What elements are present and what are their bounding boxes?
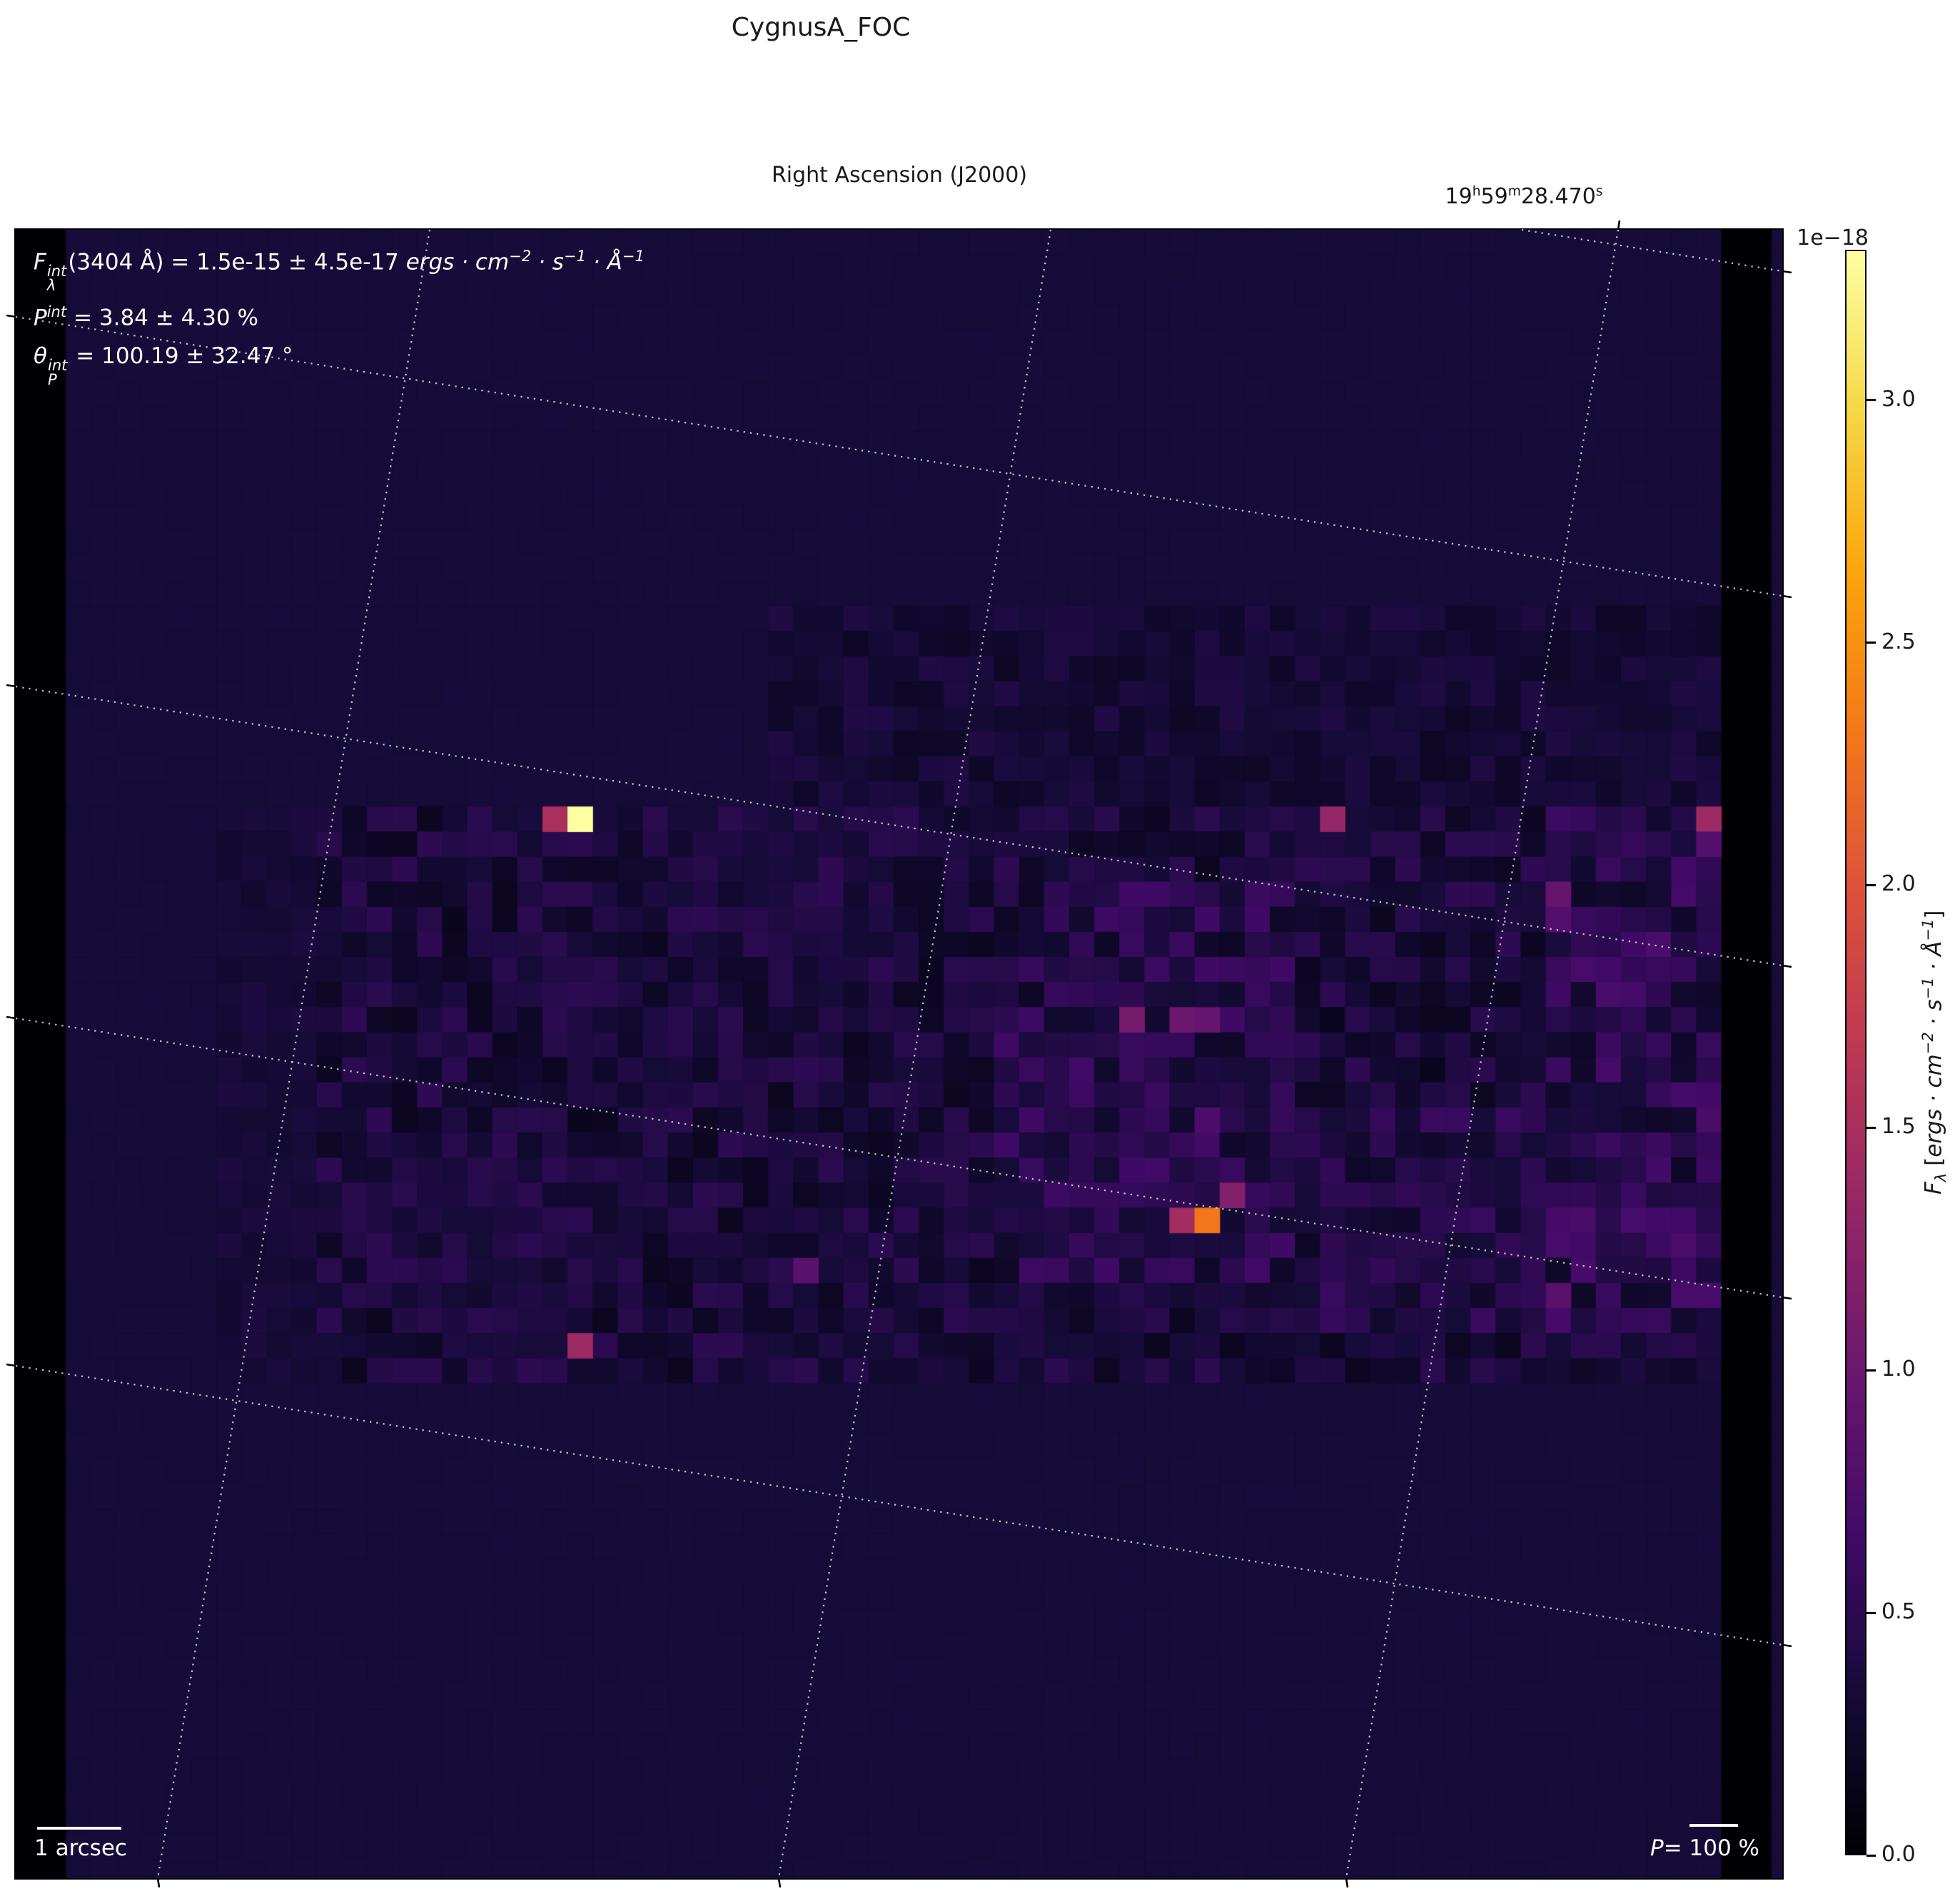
colorbar-axis-label-text: Fλ [ergs · cm−2 · s−1 · Å−1] <box>1919 731 1950 1374</box>
figure: CygnusA_FOC Right Ascension (J2000) 19h5… <box>0 0 1960 1891</box>
colorbar-tick-mark <box>1866 884 1876 886</box>
annotation-line-flux: Fintλ(3404 Å) = 1.5e-15 ± 4.5e-17 ergs ·… <box>34 237 645 293</box>
colorbar-tick-mark <box>1866 1369 1876 1372</box>
colorbar-tick-mark <box>1866 1127 1876 1129</box>
colorbar-offset-label: 1e−18 <box>1756 225 1869 250</box>
polarization-scalebar-label: P= 100 % <box>1602 1835 1759 1861</box>
flux-annotation: Fintλ(3404 Å) = 1.5e-15 ± 4.5e-17 ergs ·… <box>34 237 645 387</box>
arcsec-scalebar-label: 1 arcsec <box>34 1835 127 1861</box>
annotation-line-polarization: Pint = 3.84 ± 4.30 % <box>34 293 645 337</box>
colorbar-tick-label: 1.0 <box>1881 1357 1916 1382</box>
colorbar-tick-mark <box>1866 399 1876 401</box>
wcs-grid-overlay <box>16 230 1782 1878</box>
colorbar-tick-mark <box>1866 1612 1876 1614</box>
colorbar-tick-label: 0.0 <box>1881 1842 1916 1867</box>
colorbar-tick-label: 3.0 <box>1881 387 1916 412</box>
colorbar <box>1845 250 1866 1855</box>
annotation-line-angle: θintP = 100.19 ± 32.47 ° <box>34 337 645 387</box>
plot-area: Fintλ(3404 Å) = 1.5e-15 ± 4.5e-17 ergs ·… <box>14 228 1784 1880</box>
arcsec-scalebar <box>37 1827 121 1830</box>
colorbar-tick-label: 1.5 <box>1881 1114 1916 1139</box>
ra-tick-label: 19h59m28.470s <box>1438 184 1610 209</box>
polarization-scalebar <box>1689 1824 1738 1827</box>
colorbar-tick-label: 2.5 <box>1881 629 1916 654</box>
page-title: CygnusA_FOC <box>0 13 1642 42</box>
colorbar-tick-mark <box>1866 642 1876 644</box>
colorbar-tick-label: 0.5 <box>1881 1599 1916 1624</box>
colorbar-tick-mark <box>1866 1855 1876 1857</box>
colorbar-tick-label: 2.0 <box>1881 871 1916 896</box>
